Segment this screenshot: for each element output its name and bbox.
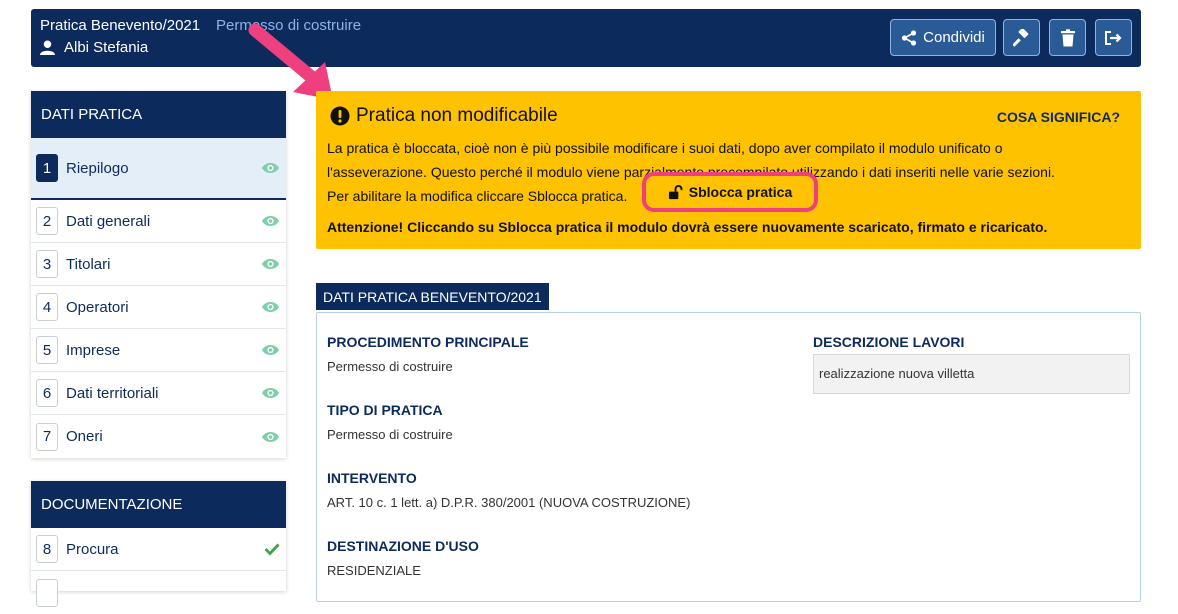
share-button[interactable]: Condividi: [890, 19, 996, 56]
alert-text-line: La pratica è bloccata, cioè non è più po…: [327, 140, 1003, 156]
unlock-icon: [668, 184, 683, 199]
descrizione-label: DESCRIZIONE LAVORI: [813, 334, 965, 350]
tipo-value: Permesso di costruire: [327, 427, 453, 442]
hammer-button[interactable]: [1003, 19, 1040, 56]
hammer-icon: [1012, 28, 1028, 47]
header-bar: Pratica Benevento/2021 Permesso di costr…: [31, 9, 1141, 67]
section-details: PROCEDIMENTO PRINCIPALE Permesso di cost…: [316, 312, 1141, 602]
step-number: 6: [36, 379, 58, 407]
step-number: 8: [36, 535, 58, 563]
sidebar-item-dati-territoriali[interactable]: 6 Dati territoriali: [31, 372, 286, 415]
practice-title: Pratica Benevento/2021: [40, 17, 201, 34]
sidebar-item-label: Riepilogo: [66, 159, 129, 177]
alert-title-text: Pratica non modificabile: [356, 105, 558, 126]
tipo-label: TIPO DI PRATICA: [327, 402, 443, 418]
intervento-value: ART. 10 c. 1 lett. a) D.P.R. 380/2001 (N…: [327, 495, 691, 510]
destinazione-label: DESTINAZIONE D'USO: [327, 538, 479, 554]
eye-icon: [261, 302, 280, 312]
sidebar-item-operatori[interactable]: 4 Operatori: [31, 286, 286, 329]
locked-alert: Pratica non modificabile COSA SIGNIFICA?…: [316, 91, 1141, 249]
descrizione-value: realizzazione nuova villetta: [813, 354, 1130, 394]
sidebar-item-next[interactable]: [31, 571, 286, 614]
sidebar-item-label: Imprese: [66, 341, 121, 359]
exit-icon: [1104, 30, 1122, 45]
share-icon: [902, 29, 917, 46]
sidebar-item-imprese[interactable]: 5 Imprese: [31, 329, 286, 372]
user-icon: [40, 40, 55, 55]
sidebar-item-label: Oneri: [66, 428, 103, 445]
eye-icon: [261, 388, 280, 398]
section-tab: DATI PRATICA BENEVENTO/2021: [316, 283, 549, 310]
eye-icon: [261, 431, 280, 442]
sidebar-item-label: Dati generali: [66, 212, 151, 230]
step-number: 1: [36, 154, 58, 182]
user-name: Albi Stefania: [64, 39, 149, 56]
delete-button[interactable]: [1049, 19, 1086, 56]
sidebar-heading: DOCUMENTAZIONE: [31, 481, 286, 528]
sidebar-item-label: Operatori: [66, 298, 129, 316]
sidebar-item-procura[interactable]: 8 Procura: [31, 528, 286, 571]
eye-icon: [261, 259, 280, 269]
unlock-button[interactable]: Sblocca pratica: [642, 172, 818, 212]
alert-warning: Attenzione! Cliccando su Sblocca pratica…: [327, 219, 1048, 235]
sidebar-item-oneri[interactable]: 7 Oneri: [31, 415, 286, 458]
procedimento-value: Permesso di costruire: [327, 359, 453, 374]
exclamation-icon: [330, 106, 350, 126]
sidebar-heading: DATI PRATICA: [31, 91, 286, 138]
exit-button[interactable]: [1095, 19, 1132, 56]
procedimento-label: PROCEDIMENTO PRINCIPALE: [327, 334, 529, 350]
trash-icon: [1060, 28, 1075, 46]
alert-title: Pratica non modificabile: [330, 105, 558, 127]
sidebar-item-label: Titolari: [66, 255, 111, 273]
step-number: 3: [36, 250, 58, 278]
step-number: 7: [36, 422, 58, 451]
cosa-significa-link[interactable]: COSA SIGNIFICA?: [997, 109, 1120, 125]
eye-icon: [261, 163, 280, 173]
share-label: Condividi: [923, 29, 985, 46]
eye-icon: [261, 216, 280, 226]
sidebar-item-label: Dati territoriali: [66, 384, 159, 402]
sidebar-documentazione: DOCUMENTAZIONE 8 Procura: [31, 481, 286, 607]
user-info: Albi Stefania: [40, 39, 148, 56]
step-number: 2: [36, 207, 58, 235]
step-number: 4: [36, 293, 58, 321]
check-icon: [264, 543, 280, 556]
sidebar-item-titolari[interactable]: 3 Titolari: [31, 243, 286, 286]
eye-icon: [261, 345, 280, 355]
sidebar-item-dati-generali[interactable]: 2 Dati generali: [31, 200, 286, 243]
intervento-label: INTERVENTO: [327, 470, 417, 486]
destinazione-value: RESIDENZIALE: [327, 563, 421, 578]
sidebar-item-label: Procura: [66, 540, 119, 558]
sidebar-dati-pratica: DATI PRATICA 1 Riepilogo 2 Dati generali…: [31, 91, 286, 458]
sidebar-item-riepilogo[interactable]: 1 Riepilogo: [31, 138, 286, 200]
unlock-label: Sblocca pratica: [688, 184, 793, 200]
step-number: 5: [36, 336, 58, 364]
